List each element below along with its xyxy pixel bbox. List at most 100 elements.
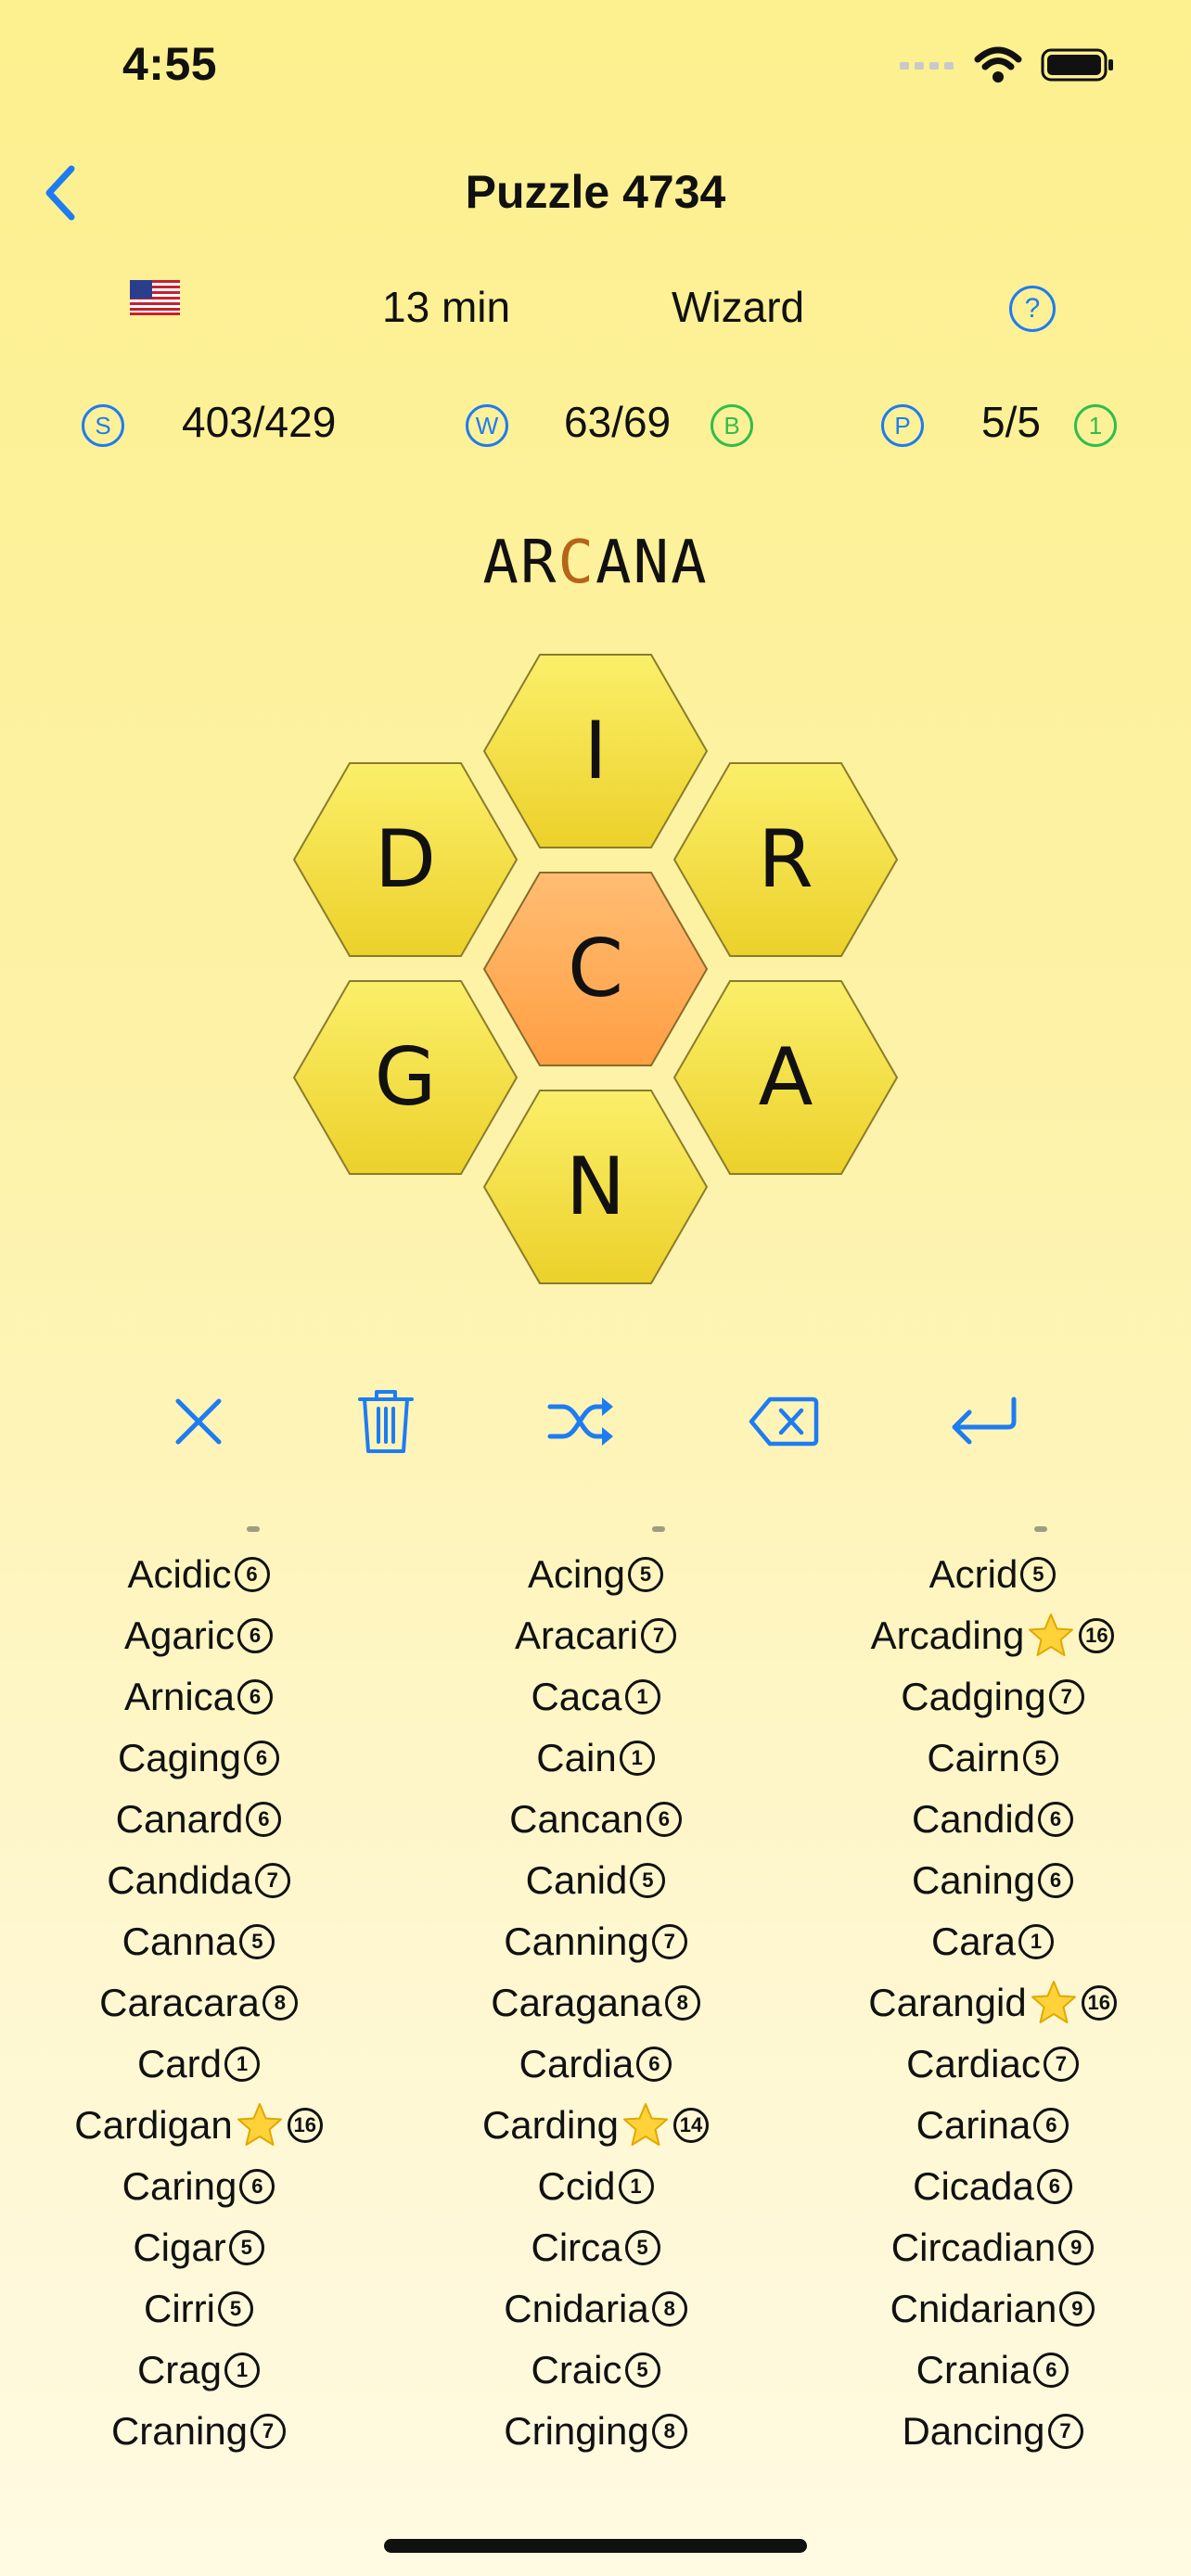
found-word-text: Circa — [531, 2225, 622, 2269]
hex-lower-left[interactable]: G — [292, 980, 519, 1175]
found-word: Cirri 5 — [0, 2278, 397, 2340]
found-word-text: Canna — [122, 1919, 237, 1963]
enter-button[interactable] — [942, 1380, 1026, 1463]
shuffle-icon — [547, 1397, 613, 1446]
hex-lower-right[interactable]: A — [672, 980, 899, 1175]
delete-button[interactable] — [344, 1380, 428, 1463]
hex-upper-left-letter: D — [375, 813, 436, 906]
found-word: Arcading 16 — [794, 1605, 1191, 1666]
hex-bottom[interactable]: N — [482, 1090, 709, 1284]
found-word-text: Crania — [916, 2348, 1031, 2391]
found-word: Cnidarian 9 — [794, 2278, 1191, 2340]
status-icons — [900, 46, 1115, 83]
word-score-badge: 5 — [624, 2230, 660, 2265]
pangram-badge: P — [881, 404, 924, 447]
found-word: Cardiac 7 — [794, 2034, 1191, 2095]
word-column-1[interactable]: Acidic 6 Agaric 6 Arnica 6 Caging 6 Canard 6 Candi… — [0, 1544, 397, 2462]
word-score-badge: 6 — [246, 1802, 282, 1837]
found-word-text: Cicada — [913, 2164, 1034, 2208]
found-word: Craic 5 — [397, 2340, 794, 2401]
word-score-badge: 8 — [651, 2414, 687, 2449]
hex-lower-right-letter: A — [759, 1031, 813, 1124]
found-word: Card 1 — [0, 2034, 397, 2095]
found-word: Canna 5 — [0, 1911, 397, 1972]
enter-icon — [952, 1396, 1017, 1445]
shuffle-button[interactable] — [540, 1380, 623, 1463]
word-score-badge: 5 — [1020, 1557, 1057, 1592]
hex-upper-right-letter: R — [758, 813, 813, 906]
hex-center[interactable]: C — [482, 872, 709, 1066]
hex-center-letter: C — [568, 923, 623, 1015]
word-score-badge: 8 — [651, 2291, 687, 2327]
word-score-badge: 9 — [1059, 2291, 1095, 2327]
found-word: Agaric 6 — [0, 1605, 397, 1666]
found-word-text: Aracari — [514, 1613, 639, 1657]
cellular-signal-icon — [900, 62, 954, 70]
word-score-badge: 1 — [624, 1679, 660, 1715]
found-word-text: Ccid — [537, 2164, 616, 2208]
hex-upper-left[interactable]: D — [292, 762, 519, 957]
word-column-3[interactable]: Acrid 5 Arcading 16 Cadging 7 Cairn 5 Candid 6 Can… — [794, 1544, 1191, 2462]
found-word: Carding 14 — [397, 2095, 794, 2156]
word-score-badge: 1 — [1018, 1924, 1055, 1959]
found-word-text: Card — [136, 2042, 223, 2085]
backspace-button[interactable] — [742, 1380, 826, 1463]
word-score-badge: 6 — [636, 2047, 672, 2082]
found-word-text: Cardia — [519, 2042, 634, 2085]
found-word-text: Carding — [481, 2103, 620, 2147]
found-word: Caragana 8 — [397, 1972, 794, 2034]
found-word: Cardigan 16 — [0, 2095, 397, 2156]
found-word-text: Craic — [531, 2348, 622, 2391]
hex-top[interactable]: I — [482, 654, 709, 848]
word-score-badge: 16 — [1081, 1985, 1117, 2021]
found-word: Ccid 1 — [397, 2156, 794, 2217]
word-score-badge: 5 — [1022, 1741, 1058, 1776]
found-word-text: Cairn — [927, 1736, 1020, 1779]
word-score-badge: 7 — [250, 2414, 287, 2449]
found-word-text: Caragana — [491, 1981, 662, 2024]
help-button[interactable]: ? — [1009, 286, 1056, 332]
found-word-text: Acidic — [127, 1552, 232, 1596]
found-word: Acrid 5 — [794, 1544, 1191, 1605]
word-score-badge: 1 — [619, 1741, 655, 1776]
found-word: Cairn 5 — [794, 1728, 1191, 1789]
found-word: Candida 7 — [0, 1850, 397, 1911]
word-score-badge: 5 — [628, 1557, 664, 1592]
word-score-badge: 6 — [237, 1618, 274, 1653]
found-word: Caning 6 — [794, 1850, 1191, 1911]
word-score-badge: 16 — [287, 2108, 323, 2143]
found-word: Canid 5 — [397, 1850, 794, 1911]
found-word: Cara 1 — [794, 1911, 1191, 1972]
word-score-badge: 1 — [224, 2353, 261, 2388]
hex-upper-right[interactable]: R — [672, 762, 899, 957]
word-score-badge: 5 — [228, 2230, 264, 2265]
current-word-prefix: AR — [482, 529, 558, 597]
found-word: Cringing 8 — [397, 2401, 794, 2462]
found-word-text: Cnidaria — [504, 2287, 649, 2330]
word-score-badge: 6 — [244, 1741, 280, 1776]
found-word: Aracari 7 — [397, 1605, 794, 1666]
word-score-badge: 5 — [624, 2353, 660, 2388]
word-score-badge: 6 — [1038, 1802, 1074, 1837]
hex-bottom-letter: N — [566, 1141, 625, 1233]
found-word-text: Cara — [930, 1919, 1017, 1963]
word-column-2[interactable]: Acing 5 Aracari 7 Caca 1 Cain 1 Cancan 6 Canid 5 Can… — [397, 1544, 794, 2462]
found-word-text: Caca — [531, 1675, 622, 1718]
word-score-badge: 5 — [630, 1863, 666, 1898]
found-word-text: Caning — [911, 1858, 1036, 1902]
pangram-value: 5/5 — [981, 398, 1041, 446]
word-score-badge: 8 — [664, 1985, 700, 2021]
word-score-badge: 6 — [239, 2169, 275, 2204]
found-word-text: Carangid — [868, 1981, 1027, 2024]
found-word-text: Cadging — [901, 1675, 1046, 1718]
found-word-text: Cancan — [509, 1797, 644, 1841]
scroll-fade-dot — [1034, 1526, 1047, 1532]
word-score-badge: 6 — [646, 1802, 682, 1837]
found-word: Cnidaria 8 — [397, 2278, 794, 2340]
home-indicator — [384, 2539, 807, 2553]
clear-button[interactable] — [157, 1380, 240, 1463]
found-word-text: Dancing — [902, 2409, 1045, 2453]
current-word: ARCANA — [0, 529, 1191, 597]
word-score-badge: 8 — [262, 1985, 298, 2021]
found-word-text: Cigar — [133, 2225, 226, 2269]
